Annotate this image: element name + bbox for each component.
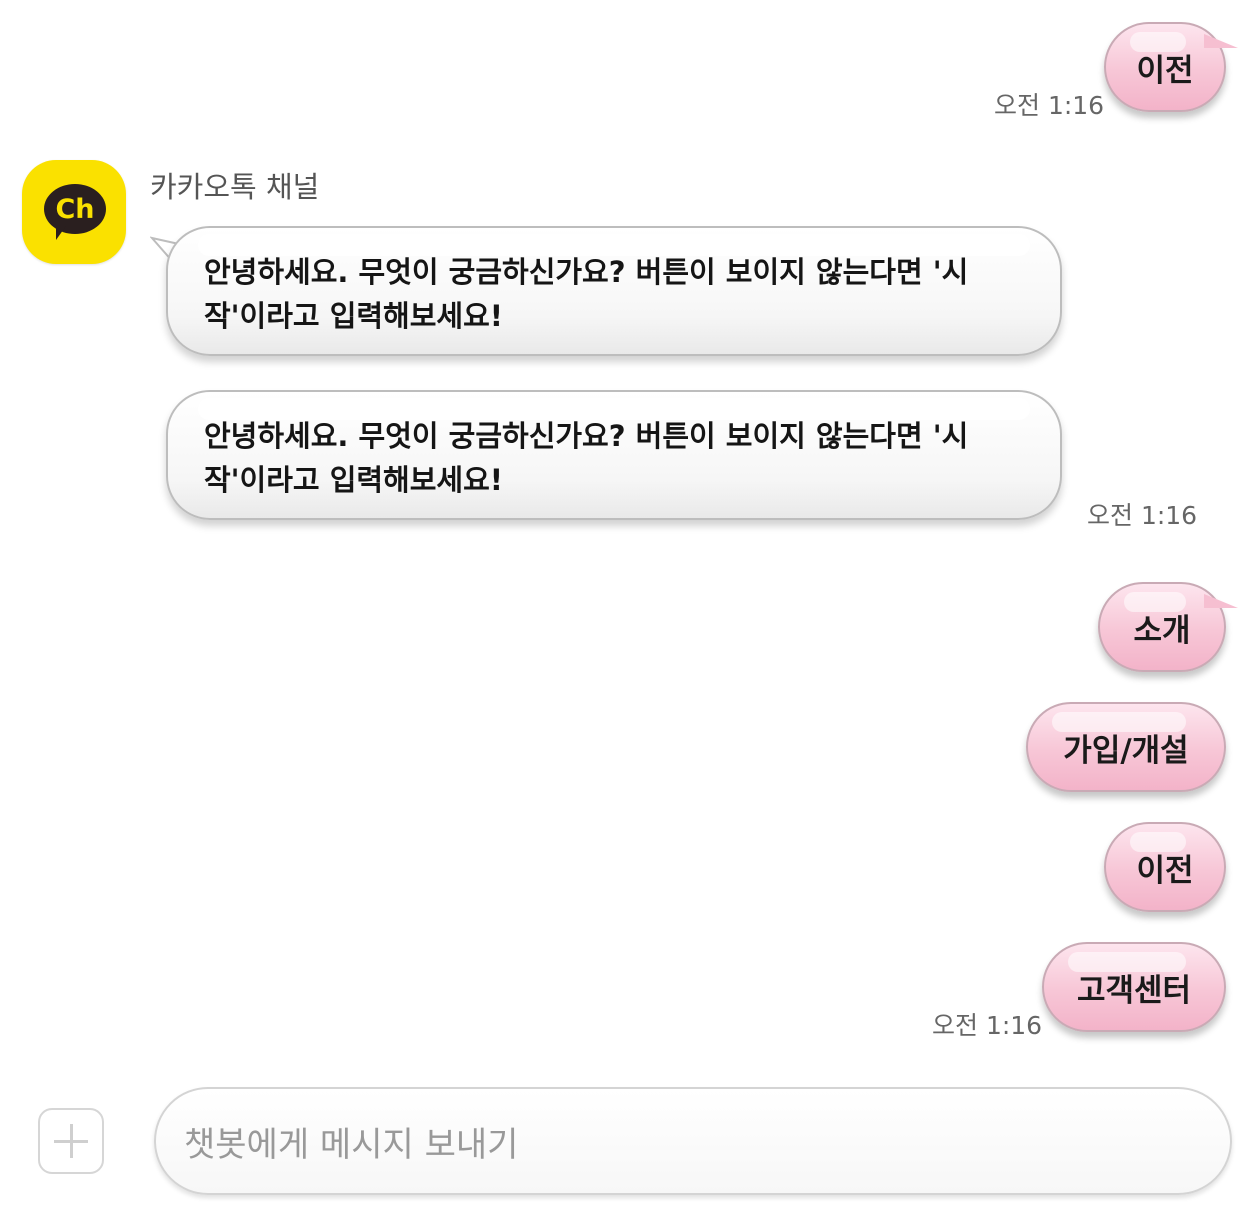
plus-icon-stroke	[70, 1124, 73, 1158]
avatar-label: Ch	[55, 193, 95, 225]
avatar-bubble-tail	[56, 226, 66, 240]
add-attachment-button[interactable]	[38, 1108, 104, 1174]
bot-message: 안녕하세요. 무엇이 궁금하신가요? 버튼이 보이지 않는다면 '시작'이라고 …	[166, 390, 1062, 520]
message-input[interactable]: 챗봇에게 메시지 보내기	[154, 1087, 1232, 1195]
quick-reply-customer-center[interactable]: 고객센터	[1042, 942, 1226, 1032]
previous-button-top-label: 이전	[1136, 52, 1194, 89]
timestamp: 오전 1:16	[932, 1011, 1043, 1040]
bubble-tail	[1204, 594, 1238, 608]
bot-message-text: 안녕하세요. 무엇이 궁금하신가요? 버튼이 보이지 않는다면 '시작'이라고 …	[204, 255, 969, 333]
bot-message-text: 안녕하세요. 무엇이 궁금하신가요? 버튼이 보이지 않는다면 '시작'이라고 …	[204, 419, 969, 497]
message-input-placeholder: 챗봇에게 메시지 보내기	[184, 1124, 519, 1165]
quick-reply-previous[interactable]: 이전	[1104, 822, 1226, 912]
quick-reply-label: 가입/개설	[1063, 732, 1189, 769]
bot-message: 안녕하세요. 무엇이 궁금하신가요? 버튼이 보이지 않는다면 '시작'이라고 …	[166, 226, 1062, 356]
sender-name: 카카오톡 채널	[150, 170, 320, 204]
quick-reply-label: 소개	[1133, 612, 1191, 649]
channel-avatar[interactable]: Ch	[22, 160, 126, 264]
quick-reply-label: 이전	[1136, 852, 1194, 889]
quick-reply-label: 고객센터	[1076, 972, 1192, 1009]
timestamp: 오전 1:16	[994, 91, 1105, 120]
timestamp: 오전 1:16	[1087, 501, 1198, 530]
bubble-tail	[1204, 34, 1238, 48]
quick-reply-signup[interactable]: 가입/개설	[1026, 702, 1226, 792]
chat-bubble-icon: Ch	[44, 184, 106, 234]
